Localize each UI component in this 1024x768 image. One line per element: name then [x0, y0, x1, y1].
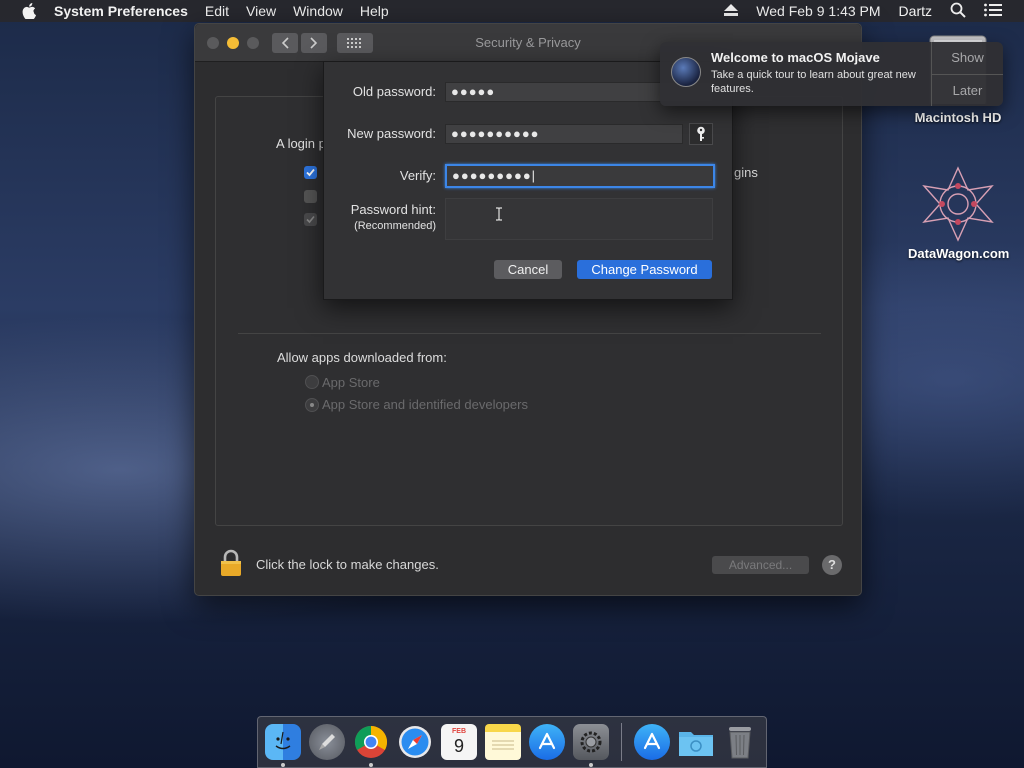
dock-launchpad[interactable]: [309, 724, 345, 760]
finder-icon: [275, 731, 291, 750]
verify-label: Verify:: [399, 168, 436, 183]
dock-app-store-download[interactable]: [634, 724, 670, 760]
password-hint-label-text: Password hint:: [350, 202, 436, 217]
spotlight-search-icon[interactable]: [950, 2, 966, 21]
folder-icon: [679, 732, 713, 756]
identified-developers-radio-label[interactable]: App Store and identified developers: [322, 397, 528, 412]
logins-text-fragment: gins: [734, 165, 758, 180]
dock-downloads-folder[interactable]: [678, 724, 714, 760]
desktop-icon-label: DataWagon.com: [908, 246, 1010, 261]
menu-help[interactable]: Help: [360, 3, 389, 19]
chrome-icon: [354, 725, 388, 758]
running-indicator: [369, 763, 373, 767]
running-indicator: [589, 763, 593, 767]
notification-show-button[interactable]: Show: [932, 42, 1003, 74]
checkmark-icon: [306, 215, 315, 224]
advanced-button[interactable]: Advanced...: [712, 556, 809, 574]
app-store-icon: [538, 732, 556, 750]
lock-message: Click the lock to make changes.: [256, 557, 439, 572]
new-password-label: New password:: [347, 126, 436, 141]
rocket-icon: [319, 734, 335, 750]
calendar-day: 9: [453, 736, 464, 756]
gear-icon: [580, 731, 602, 753]
dock: FEB 9: [257, 716, 767, 768]
dock-calendar[interactable]: FEB 9: [441, 724, 477, 760]
menu-view[interactable]: View: [246, 3, 276, 19]
identified-developers-radio[interactable]: [305, 398, 319, 412]
menu-clock[interactable]: Wed Feb 9 1:43 PM: [756, 3, 880, 19]
checkmark-icon: [306, 168, 315, 177]
app-store-icon: [643, 732, 661, 750]
change-password-button[interactable]: Change Password: [577, 260, 712, 279]
eject-icon[interactable]: [724, 3, 739, 19]
password-hint-field[interactable]: [445, 198, 713, 240]
section-divider: [238, 333, 821, 334]
text-cursor-icon: [495, 207, 503, 224]
trash-icon: [729, 727, 751, 759]
allow-apps-label: Allow apps downloaded from:: [277, 350, 447, 365]
password-hint-recommended: (Recommended): [354, 220, 436, 232]
notification-actions: Show Later: [931, 42, 1003, 106]
menu-edit[interactable]: Edit: [205, 3, 229, 19]
dock-app-store[interactable]: [529, 724, 565, 760]
datawagon-logo-icon: [922, 166, 994, 242]
notification-center-icon[interactable]: [984, 3, 1002, 20]
show-message-checkbox[interactable]: [304, 190, 317, 203]
app-store-radio-label[interactable]: App Store: [322, 375, 380, 390]
calendar-month: FEB: [452, 728, 466, 735]
notification-title: Welcome to macOS Mojave: [711, 50, 880, 65]
mojave-notification[interactable]: Welcome to macOS Mojave Take a quick tou…: [660, 42, 1003, 106]
app-store-radio[interactable]: [305, 375, 319, 389]
notes-icon: [492, 740, 514, 750]
require-password-checkbox[interactable]: [304, 166, 317, 179]
key-icon: [697, 126, 705, 141]
dock-notes[interactable]: [485, 724, 521, 760]
menu-user[interactable]: Dartz: [899, 3, 932, 19]
notification-later-button[interactable]: Later: [932, 74, 1003, 106]
verify-password-field[interactable]: ●●●●●●●●●|: [445, 164, 715, 188]
login-password-label: A login p: [276, 136, 326, 151]
desktop-icon-label: Macintosh HD: [914, 110, 1002, 125]
menu-bar: System Preferences Edit View Window Help…: [0, 0, 1024, 22]
notification-body: Take a quick tour to learn about great n…: [711, 69, 916, 95]
safari-compass-icon: [399, 726, 431, 758]
macos-mojave-icon: [671, 57, 701, 87]
desktop-icon-datawagon[interactable]: DataWagon.com: [908, 166, 1010, 261]
dock-separator: [621, 723, 622, 761]
running-indicator: [281, 763, 285, 767]
dock-chrome[interactable]: [353, 724, 389, 767]
lock-row: Click the lock to make changes.: [220, 549, 439, 580]
old-password-label: Old password:: [352, 84, 436, 99]
dock-trash[interactable]: [722, 724, 758, 760]
password-assistant-button[interactable]: [689, 123, 713, 145]
dock-system-preferences[interactable]: [573, 724, 609, 767]
help-button[interactable]: ?: [822, 555, 842, 575]
new-password-field[interactable]: ●●●●●●●●●●: [445, 124, 683, 144]
dock-safari[interactable]: [397, 724, 433, 760]
disable-auto-login-checkbox[interactable]: [304, 213, 317, 226]
dock-finder[interactable]: [265, 724, 301, 767]
apple-menu-icon[interactable]: [19, 3, 39, 19]
menu-app-name[interactable]: System Preferences: [54, 3, 188, 19]
password-hint-label: Password hint: (Recommended): [351, 201, 436, 235]
cancel-button[interactable]: Cancel: [494, 260, 562, 279]
menu-window[interactable]: Window: [293, 3, 343, 19]
lock-icon[interactable]: [220, 549, 242, 580]
